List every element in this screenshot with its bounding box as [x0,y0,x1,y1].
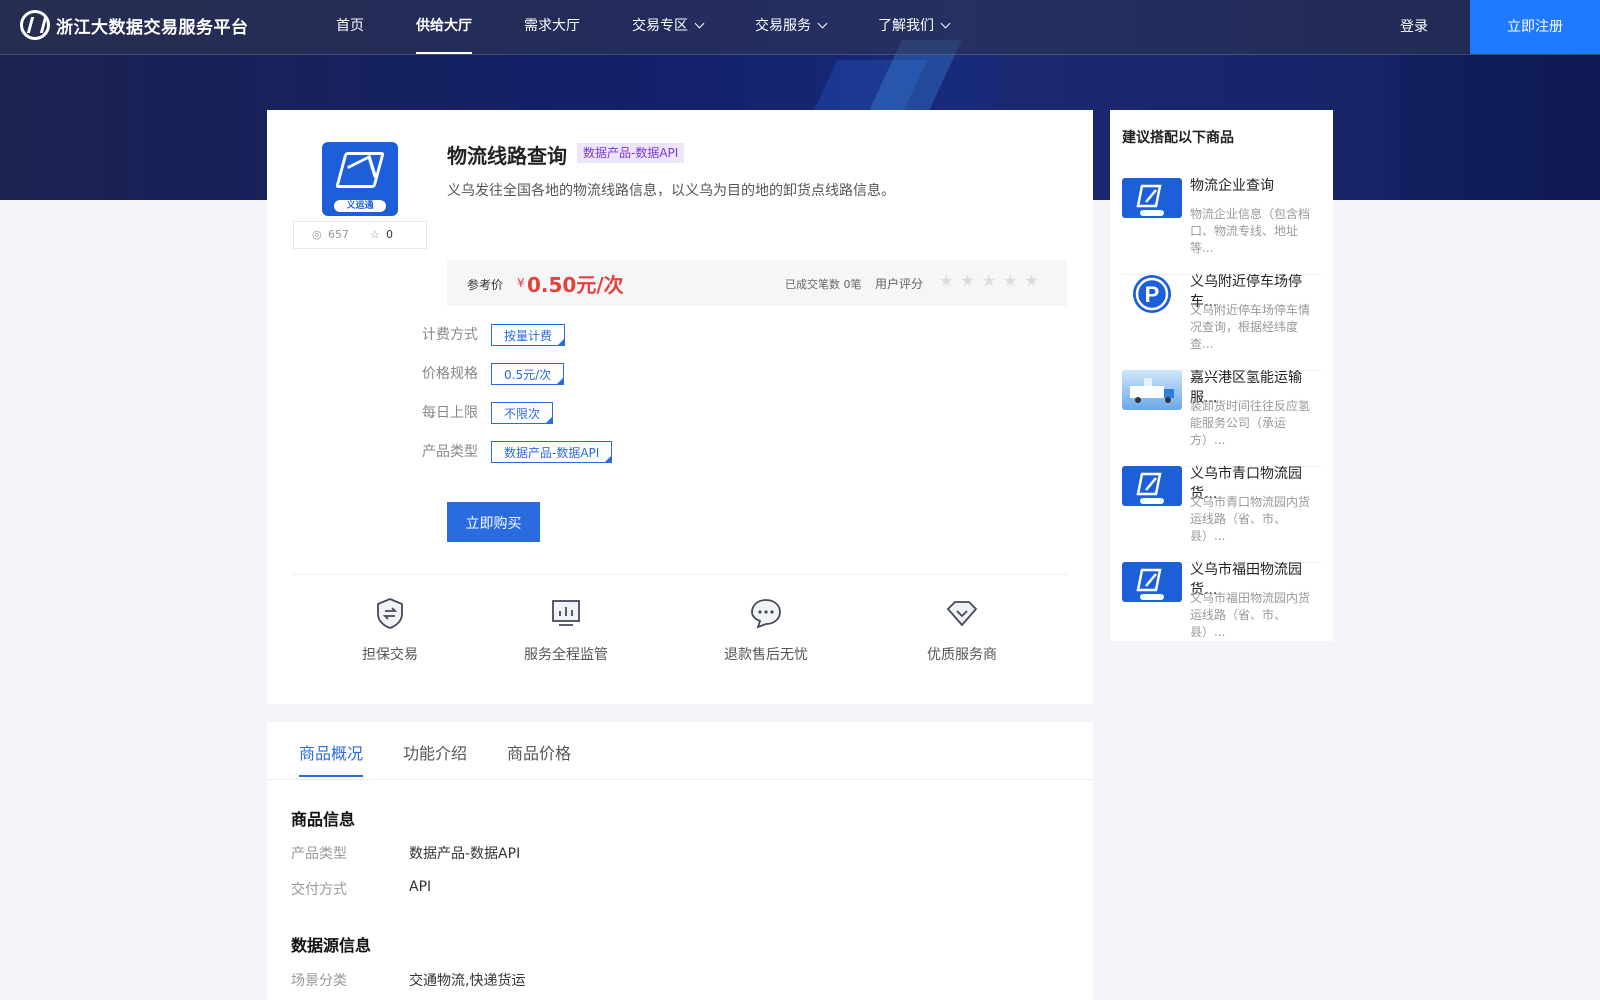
star-outline-icon: ☆ [370,228,380,241]
chevron-down-icon [694,18,705,29]
monitor-chart-icon [549,596,583,630]
product-description: 义乌发往全国各地的物流线路信息，以义乌为目的地的卸货点线路信息。 [447,183,895,199]
shield-exchange-icon [373,596,407,630]
spec-option-product-type[interactable]: 数据产品-数据API [491,441,613,463]
login-link[interactable]: 登录 [1400,0,1428,54]
product-title: 物流线路查询 [447,144,567,168]
feature-supervision: 服务全程监管 [496,596,636,664]
product-type-badge: 数据产品-数据API [577,143,685,163]
nav-menu: 首页 供给大厅 需求大厅 交易专区 交易服务 了解我们 [310,0,975,54]
recommend-item-desc: 物流企业信息（包含档口、物流专线、地址等... [1190,207,1311,255]
tab-features[interactable]: 功能介绍 [403,740,467,764]
nav-item-label: 供给大厅 [416,18,472,34]
feature-label: 优质服务商 [927,647,997,663]
recommend-title: 建议搭配以下商品 [1122,130,1234,146]
currency-symbol: ¥ [517,276,525,290]
chat-bubble-icon [749,596,783,630]
product-logo-text: 义运通 [334,200,386,212]
spec-option-billing[interactable]: 按量计费 [491,324,566,346]
register-button[interactable]: 立即注册 [1470,0,1600,54]
svg-text:P: P [1145,282,1160,307]
tab-pricing[interactable]: 商品价格 [507,740,571,764]
logistics-logo-icon [1122,562,1182,602]
parking-icon: P [1122,274,1182,314]
spec-option-price[interactable]: 0.5元/次 [491,363,565,385]
brand-logo-icon [20,10,50,40]
diamond-icon [945,596,979,630]
favorite-count: 0 [386,228,393,241]
logistics-logo-icon [335,152,385,188]
spec-label-product-type: 产品类型 [422,444,478,460]
price-value: 0.50元/次 [527,273,624,297]
recommend-item-desc: 义乌附近停车场停车情况查询，根据经纬度查... [1190,303,1311,351]
nav-item-demand-hall[interactable]: 需求大厅 [498,0,606,54]
logistics-logo-icon [1122,178,1182,218]
info-label: 产品类型 [291,846,347,862]
logistics-logo-icon [1122,466,1182,506]
brand-name: 浙江大数据交易服务平台 [56,17,249,38]
divider [293,574,1067,575]
feature-quality-provider: 优质服务商 [892,596,1032,664]
spec-label-billing: 计费方式 [422,327,478,343]
info-label: 交付方式 [291,882,347,898]
feature-label: 担保交易 [362,647,418,663]
hydrogen-truck-image [1122,370,1182,410]
chevron-down-icon [940,18,951,29]
chevron-down-icon [817,18,828,29]
feature-refund: 退款售后无忧 [696,596,836,664]
recommend-item-desc: 义乌市青口物流园内货运线路（省、市、县）... [1190,495,1311,543]
section-title-product-info: 商品信息 [291,810,356,829]
nav-item-trade-zone[interactable]: 交易专区 [606,0,729,54]
nav-item-label: 交易服务 [755,18,811,34]
view-count: 657 [328,228,349,241]
nav-item-label: 交易专区 [632,18,688,34]
nav-item-label: 首页 [336,18,364,34]
rating-stars[interactable]: ★★★★★ [939,271,1046,290]
info-value: 交通物流,快递货运 [409,973,526,989]
price-bar: 参考价 ¥ 0.50元/次 已成交笔数 0笔 用户评分 ★★★★★ [447,260,1067,306]
nav-item-home[interactable]: 首页 [310,0,390,54]
recommend-item[interactable]: 义乌市青口物流园货... 义乌市青口物流园内货运线路（省、市、县）... [1122,466,1322,563]
section-title-data-source: 数据源信息 [291,936,372,955]
tab-overview[interactable]: 商品概况 [299,740,364,777]
rating-label: 用户评分 [875,277,924,291]
product-card: 义运通 ◎ 657 ☆ 0 物流线路查询 数据产品-数据API 义乌发往全国各地… [267,110,1093,704]
top-nav: 浙江大数据交易服务平台 首页 供给大厅 需求大厅 交易专区 交易服务 了解我们 … [0,0,1600,55]
product-detail-panel: 商品概况 功能介绍 商品价格 商品信息 产品类型 数据产品-数据API 交付方式… [267,722,1093,1000]
brand-logo[interactable]: 浙江大数据交易服务平台 [20,10,249,40]
info-label: 场景分类 [291,973,347,989]
product-stats: ◎ 657 ☆ 0 [293,221,427,249]
recommend-item[interactable]: P 义乌附近停车场停车... 义乌附近停车场停车情况查询，根据经纬度查... [1122,274,1322,371]
eye-icon: ◎ [312,228,322,241]
recommend-panel: 建议搭配以下商品 物流企业查询 物流企业信息（包含档口、物流专线、地址等... … [1110,110,1333,641]
recommend-item-desc: 装卸货时间往往反应氢能服务公司（承运方）... [1190,399,1311,447]
nav-item-supply-hall[interactable]: 供给大厅 [390,0,498,54]
price-label: 参考价 [467,278,504,292]
nav-item-trade-service[interactable]: 交易服务 [729,0,852,54]
feature-guarantee: 担保交易 [320,596,460,664]
info-value: API [409,879,432,895]
recommend-item-desc: 义乌市福田物流园内货运线路（省、市、县）... [1190,591,1311,639]
buy-now-button[interactable]: 立即购买 [447,502,540,542]
recommend-item[interactable]: 义乌市福田物流园货... 义乌市福田物流园内货运线路（省、市、县）... [1122,562,1322,658]
spec-option-daily-limit[interactable]: 不限次 [491,402,554,424]
detail-tabs: 商品概况 功能介绍 商品价格 [267,722,1093,780]
spec-label-daily-limit: 每日上限 [422,405,478,421]
recommend-item[interactable]: 物流企业查询 物流企业信息（包含档口、物流专线、地址等... [1122,178,1322,275]
nav-item-label: 需求大厅 [524,18,580,34]
spec-label-price: 价格规格 [422,366,478,382]
info-value: 数据产品-数据API [409,846,521,862]
nav-item-label: 了解我们 [878,18,934,34]
deal-count: 已成交笔数 0笔 [785,278,862,291]
nav-item-about-us[interactable]: 了解我们 [852,0,975,54]
recommend-item[interactable]: 嘉兴港区氢能运输服... 装卸货时间往往反应氢能服务公司（承运方）... [1122,370,1322,467]
feature-label: 服务全程监管 [524,647,608,663]
product-logo: 义运通 [322,142,398,216]
feature-label: 退款售后无忧 [724,647,808,663]
